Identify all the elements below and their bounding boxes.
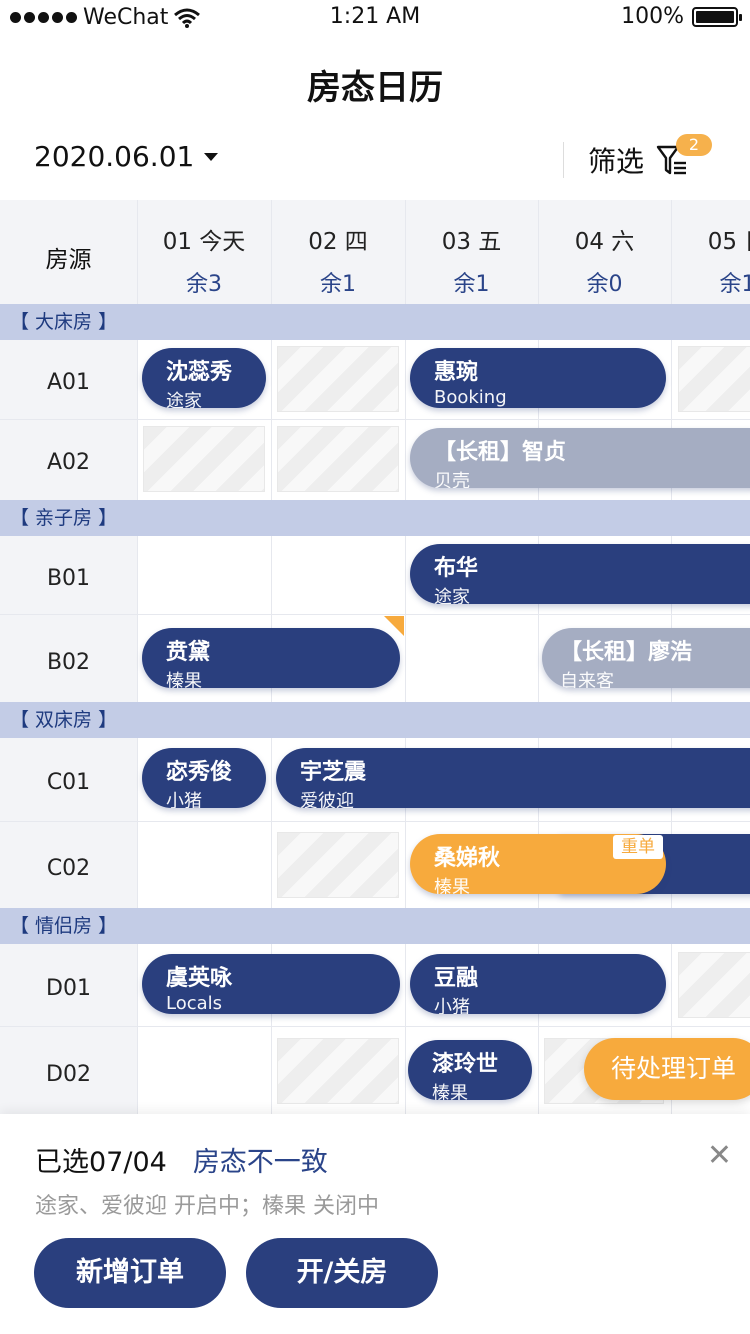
booking-bar[interactable]: 宓秀俊 小猪 xyxy=(142,748,266,808)
booking-channel: 途家 xyxy=(434,587,470,604)
room-label: B01 xyxy=(46,566,91,591)
toolbar: 2020.06.01 筛选 2 xyxy=(0,134,750,180)
row-divider xyxy=(0,1026,750,1027)
date-selector[interactable]: 2020.06.01 xyxy=(34,140,219,173)
booking-bar[interactable]: 漆玲世 榛果 xyxy=(408,1040,532,1100)
booking-bar[interactable]: 宇芝震 爱彼迎 xyxy=(276,748,750,808)
room-calendar-grid: 房源 01 今天 余3 02 四 余1 03 五 余1 04 六 余0 05 日… xyxy=(0,200,750,1114)
guest-name: 宇芝震 xyxy=(300,760,367,785)
booking-bar[interactable]: 豆融 小猪 xyxy=(410,954,666,1014)
guest-name: 惠琬 xyxy=(434,360,479,385)
room-label: C01 xyxy=(46,770,91,795)
booking-channel: 贝壳 xyxy=(434,471,470,488)
source-header-label: 房源 xyxy=(45,247,92,273)
booking-channel: 爱彼迎 xyxy=(300,791,354,808)
row-divider xyxy=(0,821,750,822)
day-remaining: 余1 xyxy=(453,272,490,297)
pending-orders-button[interactable]: 待处理订单 xyxy=(584,1038,750,1100)
closed-cell[interactable] xyxy=(277,346,399,412)
booking-channel: 途家 xyxy=(166,391,202,408)
booking-channel: 自来客 xyxy=(560,671,614,688)
booking-bar[interactable]: 沈蕊秀 途家 xyxy=(142,348,266,408)
booking-bar[interactable]: 惠琬 Booking xyxy=(410,348,666,408)
closed-cell[interactable] xyxy=(277,832,399,898)
selection-panel: 已选07/04 房态不一致 ✕ 途家、爱彼迎 开启中；榛果 关闭中 新增订单 开… xyxy=(0,1114,750,1334)
room-label: C02 xyxy=(46,856,91,881)
filter-label: 筛选 xyxy=(588,145,645,178)
selection-summary: 已选07/04 房态不一致 xyxy=(35,1140,328,1179)
category-header: 【 双床房 】 xyxy=(0,702,750,738)
booking-bar[interactable]: 贲黛 榛果 xyxy=(142,628,400,688)
day-remaining: 余1 xyxy=(719,272,750,297)
booking-channel: Locals xyxy=(166,993,223,1014)
day-header[interactable]: 01 今天 余3 xyxy=(137,200,271,304)
day-header[interactable]: 02 四 余1 xyxy=(271,200,405,304)
guest-name: 【长租】廖浩 xyxy=(560,640,693,665)
guest-name: 【长租】智贞 xyxy=(434,440,567,465)
new-order-button[interactable]: 新增订单 xyxy=(34,1238,226,1308)
battery-info: 100% xyxy=(621,4,742,29)
day-remaining: 余3 xyxy=(186,272,222,297)
day-date: 05 日 xyxy=(707,229,750,255)
closed-cell[interactable] xyxy=(277,1038,399,1104)
booking-channel: 小猪 xyxy=(166,791,202,808)
day-date: 04 六 xyxy=(574,229,635,255)
booking-channel: Booking xyxy=(434,387,507,408)
day-remaining: 余1 xyxy=(320,272,356,297)
room-label: B02 xyxy=(46,650,91,675)
room-label: A01 xyxy=(46,370,91,395)
category-header: 【 情侣房 】 xyxy=(0,908,750,944)
guest-name: 虞英咏 xyxy=(166,966,233,991)
day-date: 03 五 xyxy=(441,229,502,255)
date-label: 2020.06.01 xyxy=(34,140,195,173)
closed-cell[interactable] xyxy=(678,346,750,412)
closed-cell[interactable] xyxy=(277,426,399,492)
guest-name: 沈蕊秀 xyxy=(166,360,233,385)
day-header[interactable]: 05 日 余1 xyxy=(671,200,750,304)
row-divider xyxy=(0,419,750,420)
row-divider xyxy=(0,614,750,615)
filter-count-badge: 2 xyxy=(676,134,712,156)
guest-name: 宓秀俊 xyxy=(166,760,233,785)
closed-cell[interactable] xyxy=(678,952,750,1018)
status-bar: WeChat 1:21 AM 100% xyxy=(0,0,750,36)
status-warning: 房态不一致 xyxy=(192,1147,328,1178)
room-label: A02 xyxy=(46,450,91,475)
battery-icon xyxy=(692,6,742,27)
guest-name: 布华 xyxy=(434,556,479,581)
room-label: D01 xyxy=(46,976,91,1001)
day-header[interactable]: 03 五 余1 xyxy=(405,200,538,304)
booking-bar-long-rent[interactable]: 【长租】廖浩 自来客 xyxy=(542,628,750,688)
selected-date: 已选07/04 xyxy=(35,1147,167,1178)
guest-name: 豆融 xyxy=(434,966,479,991)
day-remaining: 余0 xyxy=(586,272,623,297)
page-title: 房态日历 xyxy=(307,68,443,108)
day-header[interactable]: 04 六 余0 xyxy=(538,200,671,304)
filter-button[interactable]: 筛选 xyxy=(588,140,690,180)
booking-bar[interactable]: 虞英咏 Locals xyxy=(142,954,400,1014)
battery-percent: 100% xyxy=(621,4,684,29)
closed-cell[interactable] xyxy=(143,426,265,492)
day-date: 02 四 xyxy=(308,229,368,255)
category-header: 【 亲子房 】 xyxy=(0,500,750,536)
booking-channel: 榛果 xyxy=(166,671,202,688)
booking-bar[interactable]: 布华 途家 xyxy=(410,544,750,604)
day-date: 01 今天 xyxy=(162,229,246,255)
booking-channel: 小猪 xyxy=(434,997,470,1014)
notice-corner-icon xyxy=(384,616,404,636)
booking-channel: 榛果 xyxy=(432,1083,468,1100)
booking-bar-long-rent[interactable]: 【长租】智贞 贝壳 xyxy=(410,428,750,488)
duplicate-badge: 重单 xyxy=(613,835,663,859)
caret-down-icon xyxy=(204,152,219,161)
room-label: D02 xyxy=(46,1062,91,1087)
channel-status-detail: 途家、爱彼迎 开启中；榛果 关闭中 xyxy=(35,1194,379,1219)
source-header: 房源 xyxy=(0,200,137,304)
toggle-room-button[interactable]: 开/关房 xyxy=(246,1238,438,1308)
divider xyxy=(563,142,564,178)
close-icon[interactable]: ✕ xyxy=(707,1138,732,1173)
booking-channel: 榛果 xyxy=(434,877,470,894)
guest-name: 漆玲世 xyxy=(432,1052,499,1077)
category-header: 【 大床房 】 xyxy=(0,304,750,340)
guest-name: 贲黛 xyxy=(166,640,211,665)
